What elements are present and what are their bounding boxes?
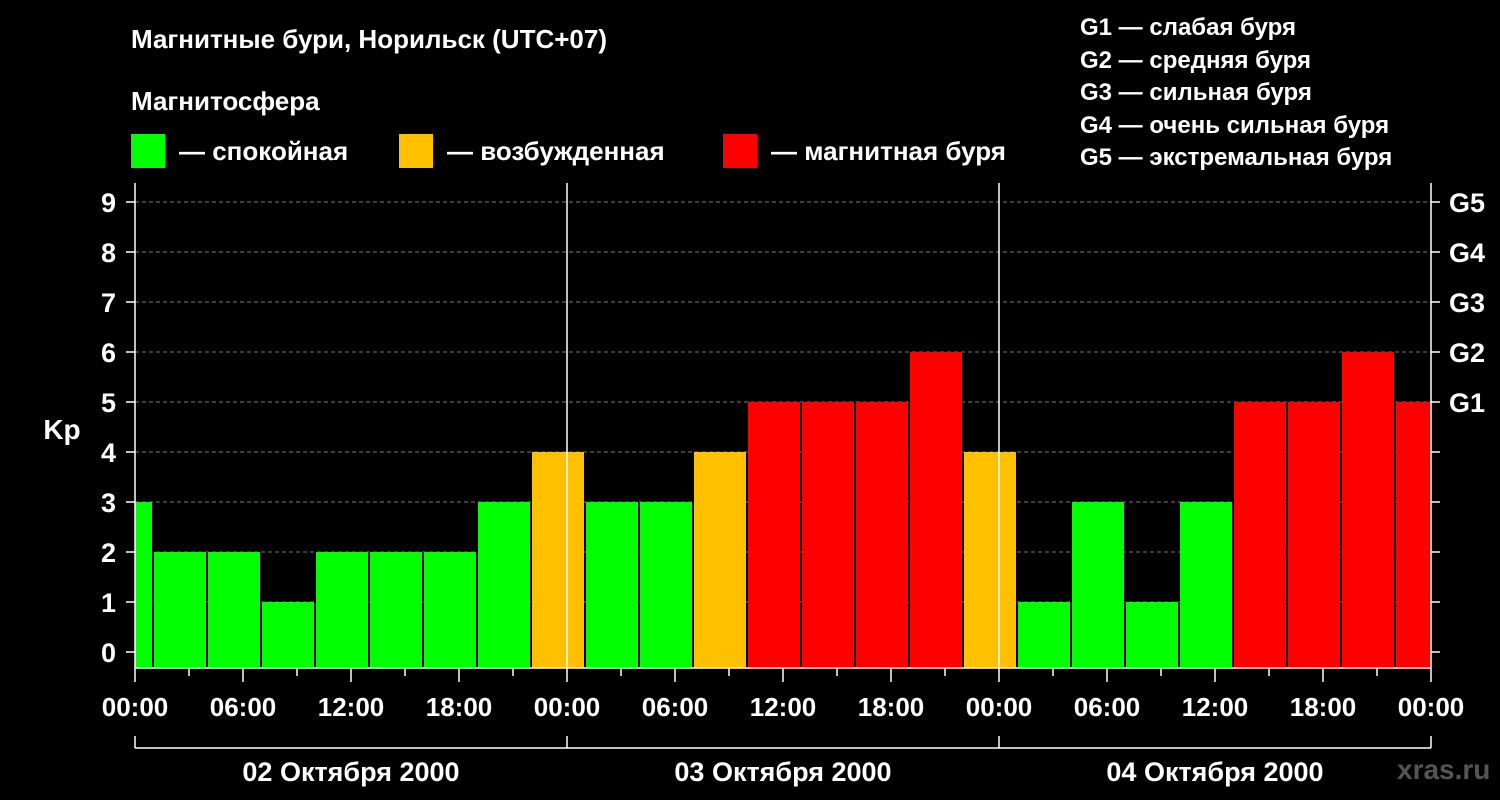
bar (1018, 602, 1070, 668)
bar (424, 552, 476, 668)
watermark: xras.ru (1397, 754, 1491, 785)
bar (802, 402, 854, 668)
bar (478, 502, 530, 668)
g-tick-label: G2 (1449, 338, 1485, 368)
x-tick-label: 12:00 (318, 692, 385, 722)
y-tick-label: 9 (101, 188, 116, 218)
g-tick-label: G4 (1449, 238, 1485, 268)
x-tick-label: 12:00 (1182, 692, 1249, 722)
bar (748, 402, 800, 668)
x-tick-label: 00:00 (966, 692, 1033, 722)
y-axis-label: Kp (43, 414, 80, 445)
bar (1180, 502, 1232, 668)
y-tick-label: 3 (101, 488, 116, 518)
x-tick-label: 12:00 (750, 692, 817, 722)
bar (640, 502, 692, 668)
y-tick-label: 7 (101, 288, 116, 318)
bar (856, 402, 908, 668)
g-tick-label: G1 (1449, 388, 1485, 418)
date-label: 02 Октября 2000 (242, 757, 459, 787)
bar (1072, 502, 1124, 668)
bar (964, 452, 1016, 668)
x-tick-label: 06:00 (210, 692, 277, 722)
bar (1342, 352, 1394, 668)
g-tick-label: G3 (1449, 288, 1485, 318)
x-tick-label: 18:00 (858, 692, 925, 722)
bar (910, 352, 962, 668)
bar (694, 452, 746, 668)
x-tick-label: 00:00 (534, 692, 601, 722)
y-tick-label: 2 (101, 538, 116, 568)
x-tick-label: 18:00 (1290, 692, 1357, 722)
bar (1288, 402, 1340, 668)
bar (1396, 402, 1431, 668)
bar (1126, 602, 1178, 668)
y-tick-label: 8 (101, 238, 116, 268)
bar (154, 552, 206, 668)
y-tick-label: 6 (101, 338, 116, 368)
bar (1234, 402, 1286, 668)
y-tick-label: 4 (101, 438, 116, 468)
bar (586, 502, 638, 668)
x-tick-label: 00:00 (1398, 692, 1465, 722)
kp-bar-chart: 0 1 2 3 4 5 6 7 8 9 G1 G2 G3 G4 G5 Kp 00:00 06:00 12:00 18:… (43, 183, 1485, 787)
x-tick-label: 18:00 (426, 692, 493, 722)
y-tick-label: 1 (101, 588, 116, 618)
bar (370, 552, 422, 668)
g-tick-label: G5 (1449, 188, 1485, 218)
date-label: 03 Октября 2000 (674, 757, 891, 787)
date-label: 04 Октября 2000 (1106, 757, 1323, 787)
x-tick-label: 00:00 (102, 692, 169, 722)
bars-group (135, 352, 1431, 668)
bar (208, 552, 260, 668)
bar (316, 552, 368, 668)
x-tick-label: 06:00 (642, 692, 709, 722)
bar (532, 452, 584, 668)
x-tick-label: 06:00 (1074, 692, 1141, 722)
y-tick-label: 5 (101, 388, 116, 418)
bar (262, 602, 314, 668)
y-tick-label: 0 (101, 638, 116, 668)
